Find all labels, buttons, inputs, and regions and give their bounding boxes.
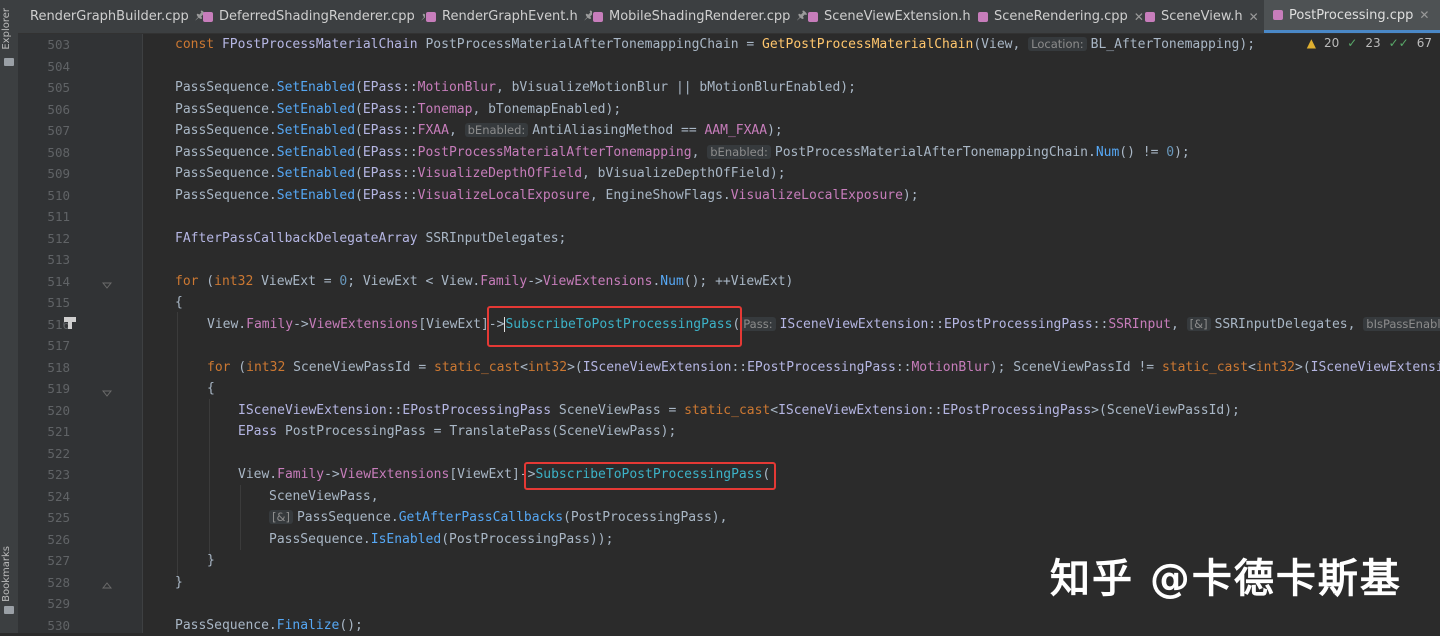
tab-label: SceneView.h — [1161, 9, 1243, 24]
line-number: 521 — [18, 421, 70, 442]
line-number: 520 — [18, 400, 70, 421]
fold-arrow-icon[interactable] — [102, 275, 112, 285]
code-line-527: } — [207, 550, 215, 571]
cpp-file-icon — [592, 11, 604, 23]
code-line-512: FAfterPassCallbackDelegateArray SSRInput… — [175, 228, 566, 249]
line-number-gutter[interactable]: 503 504 505 506 507 508 509 510 511 512 … — [18, 34, 142, 633]
tab-label: PostProcessing.cpp — [1289, 8, 1413, 23]
left-tool-strip: Explorer Bookmarks — [0, 0, 19, 633]
line-number: 519 — [18, 378, 70, 399]
tab-deferred-shading-renderer[interactable]: DeferredShadingRenderer.cpp 🖈 — [198, 0, 425, 33]
param-hint: [&] — [269, 510, 293, 524]
tab-scene-view-extension[interactable]: SceneViewExtension.h ✕ — [803, 0, 977, 33]
param-hint: Pass: — [740, 317, 775, 331]
code-line-505: PassSequence.SetEnabled(EPass::MotionBlu… — [175, 77, 856, 98]
cpp-file-icon — [1272, 9, 1284, 21]
header-file-icon — [807, 11, 819, 23]
line-number: 525 — [18, 507, 70, 528]
param-hint: bEnabled: — [465, 123, 529, 137]
code-line-510: PassSequence.SetEnabled(EPass::Visualize… — [175, 185, 919, 206]
code-editor[interactable]: const FPostProcessMaterialChain PostProc… — [143, 34, 1440, 633]
line-number: 504 — [18, 56, 70, 77]
highlight-box-subscribe-2 — [524, 462, 776, 490]
line-number: 530 — [18, 615, 70, 636]
line-number: 527 — [18, 550, 70, 571]
indent-guide — [240, 485, 241, 550]
code-line-530: PassSequence.Finalize(); — [175, 615, 363, 634]
tab-label: SceneRendering.cpp — [994, 9, 1128, 24]
tab-scene-rendering[interactable]: SceneRendering.cpp ✕ — [973, 0, 1144, 33]
tab-label: RenderGraphBuilder.cpp — [30, 9, 189, 24]
code-line-518: for (int32 SceneViewPassId = static_cast… — [207, 357, 1440, 378]
line-number: 507 — [18, 120, 70, 141]
param-hint: bEnabled: — [707, 145, 771, 159]
line-number: 523 — [18, 464, 70, 485]
build-hammer-icon[interactable] — [62, 315, 78, 329]
tab-render-graph-event[interactable]: RenderGraphEvent.h 🖈 — [421, 0, 592, 33]
close-icon[interactable]: ✕ — [1419, 8, 1429, 22]
indent-guide — [209, 399, 210, 561]
line-number: 512 — [18, 228, 70, 249]
line-number: 506 — [18, 99, 70, 120]
code-line-526: PassSequence.IsEnabled(PostProcessingPas… — [269, 529, 613, 550]
line-number: 518 — [18, 357, 70, 378]
code-line-503: const FPostProcessMaterialChain PostProc… — [175, 34, 1255, 55]
line-number: 524 — [18, 486, 70, 507]
code-line-528: } — [175, 572, 183, 593]
explorer-tab[interactable]: Explorer — [1, 8, 17, 50]
cpp-file-icon — [977, 11, 989, 23]
indent-guide — [177, 312, 178, 582]
code-line-508: PassSequence.SetEnabled(EPass::PostProce… — [175, 142, 1190, 163]
bookmark-icon[interactable] — [4, 606, 14, 614]
param-hint: [&] — [1187, 317, 1211, 331]
code-line-509: PassSequence.SetEnabled(EPass::Visualize… — [175, 163, 786, 184]
line-number: 503 — [18, 34, 70, 55]
tab-label: MobileShadingRenderer.cpp — [609, 9, 790, 24]
line-number: 511 — [18, 206, 70, 227]
param-hint: bIsPassEnabled — [1363, 317, 1440, 331]
bookmarks-tab[interactable]: Bookmarks — [1, 546, 17, 602]
fold-arrow-icon[interactable] — [102, 383, 112, 393]
highlight-box-subscribe-1 — [487, 306, 742, 347]
code-line-507: PassSequence.SetEnabled(EPass::FXAA, bEn… — [175, 120, 783, 141]
line-number: 509 — [18, 163, 70, 184]
code-line-520: ISceneViewExtension::EPostProcessingPass… — [238, 400, 1240, 421]
fold-arrow-icon[interactable] — [102, 576, 112, 586]
code-line-515: { — [175, 292, 183, 313]
line-number: 529 — [18, 593, 70, 614]
code-line-514: for (int32 ViewExt = 0; ViewExt < View.F… — [175, 271, 793, 292]
line-number: 528 — [18, 572, 70, 593]
code-line-521: EPass PostProcessingPass = TranslatePass… — [238, 421, 676, 442]
folder-icon[interactable] — [4, 58, 14, 66]
tab-label: DeferredShadingRenderer.cpp — [219, 9, 415, 24]
code-line-506: PassSequence.SetEnabled(EPass::Tonemap, … — [175, 99, 621, 120]
tab-label: SceneViewExtension.h — [824, 9, 971, 24]
close-icon[interactable]: ✕ — [1249, 10, 1259, 24]
line-number: 526 — [18, 529, 70, 550]
tab-mobile-shading-renderer[interactable]: MobileShadingRenderer.cpp 🖈 — [588, 0, 807, 33]
header-file-icon — [425, 11, 437, 23]
code-line-524: SceneViewPass, — [269, 486, 379, 507]
code-line-516: View.Family->ViewExtensions[ViewExt]->Su… — [207, 314, 1440, 335]
line-number: 505 — [18, 77, 70, 98]
param-hint: Location: — [1028, 37, 1087, 51]
code-line-525: [&]PassSequence.GetAfterPassCallbacks(Po… — [269, 507, 727, 528]
line-number: 522 — [18, 443, 70, 464]
line-number: 510 — [18, 185, 70, 206]
line-number: 517 — [18, 335, 70, 356]
tab-label: RenderGraphEvent.h — [442, 9, 578, 24]
code-line-519: { — [207, 378, 215, 399]
header-file-icon — [1144, 11, 1156, 23]
line-number: 513 — [18, 249, 70, 270]
line-number: 508 — [18, 142, 70, 163]
tab-scene-view[interactable]: SceneView.h ✕ — [1140, 0, 1268, 33]
cpp-file-icon — [202, 11, 214, 23]
tab-post-processing[interactable]: PostProcessing.cpp ✕ — [1264, 0, 1440, 33]
line-number: 514 — [18, 271, 70, 292]
watermark: 知乎 @卡德卡斯基 — [1050, 546, 1402, 604]
editor-tab-bar: RenderGraphBuilder.cpp 🖈 DeferredShading… — [18, 0, 1440, 34]
tab-render-graph-builder[interactable]: RenderGraphBuilder.cpp 🖈 — [18, 0, 210, 33]
line-number: 515 — [18, 292, 70, 313]
